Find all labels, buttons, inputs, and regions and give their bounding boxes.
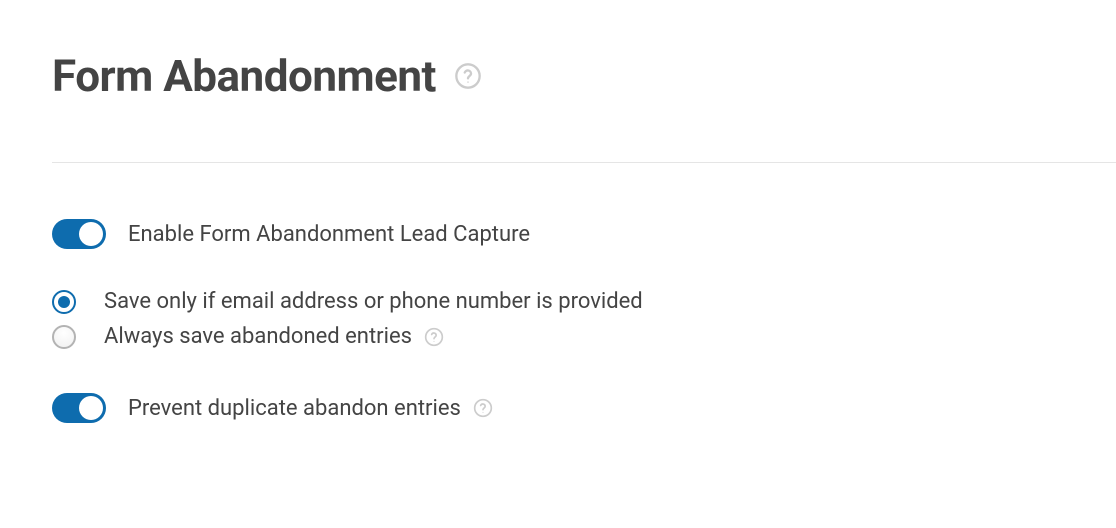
prevent-duplicate-row: Prevent duplicate abandon entries [52,393,1116,423]
always-save-label: Always save abandoned entries [104,324,412,349]
help-icon[interactable] [424,327,444,347]
always-save-label-group: Always save abandoned entries [104,324,444,349]
always-save-row: Always save abandoned entries [52,324,1116,349]
prevent-duplicate-label: Prevent duplicate abandon entries [128,396,461,421]
save-if-provided-label: Save only if email address or phone numb… [104,289,643,314]
prevent-duplicate-toggle[interactable] [52,393,106,423]
enable-lead-capture-row: Enable Form Abandonment Lead Capture [52,219,1116,249]
help-icon[interactable] [473,398,493,418]
always-save-radio[interactable] [52,325,76,349]
help-icon[interactable] [454,62,482,90]
save-if-provided-row: Save only if email address or phone numb… [52,289,1116,314]
prevent-duplicate-label-group: Prevent duplicate abandon entries [128,396,493,421]
enable-lead-capture-toggle[interactable] [52,219,106,249]
enable-lead-capture-label: Enable Form Abandonment Lead Capture [128,222,530,247]
section-divider [52,162,1116,163]
toggle-knob [79,222,103,246]
section-heading: Form Abandonment [52,50,436,102]
section-heading-row: Form Abandonment [52,50,1116,102]
toggle-knob [79,396,103,420]
save-if-provided-radio[interactable] [52,290,76,314]
